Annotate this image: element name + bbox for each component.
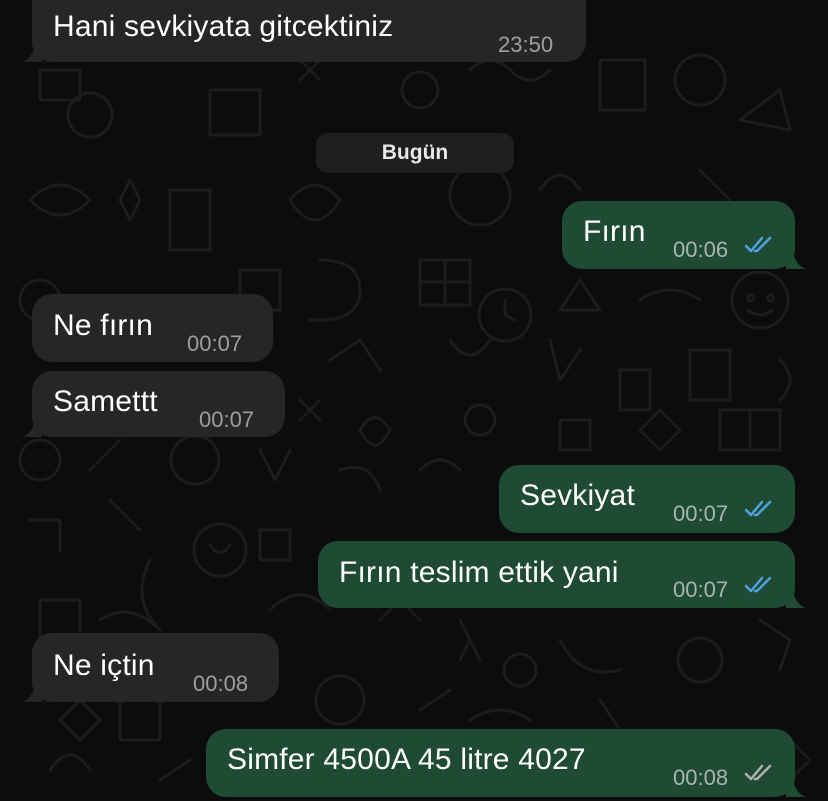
message-bubble-outgoing[interactable]: Fırın teslim ettik yani 00:07 — [318, 541, 795, 608]
read-ticks-icon — [744, 576, 772, 593]
message-time: 00:07 — [187, 331, 243, 356]
message-bubble-incoming[interactable]: Samettt 00:07 — [32, 371, 285, 437]
message-time: 00:07 — [673, 577, 729, 602]
message-text: Samettt — [53, 385, 158, 418]
read-ticks-icon — [744, 236, 772, 253]
message-bubble-incoming[interactable]: Ne içtin 00:08 — [32, 633, 279, 702]
message-time: 00:07 — [199, 407, 255, 432]
message-bubble-outgoing[interactable]: Simfer 4500A 45 litre 4027 00:08 — [206, 729, 795, 797]
message-bubble-incoming[interactable]: Ne fırın 00:07 — [32, 294, 273, 362]
bubble-tail-icon — [22, 40, 42, 62]
message-time: 00:08 — [673, 765, 729, 790]
bubble-tail-icon — [22, 415, 42, 437]
bubble-tail-icon — [786, 586, 806, 608]
bubble-tail-icon — [786, 247, 806, 269]
bubble-tail-icon — [22, 680, 42, 702]
read-ticks-icon — [744, 500, 772, 517]
message-text: Ne içtin — [53, 649, 155, 682]
message-time: 00:07 — [673, 501, 729, 526]
message-text: Ne fırın — [53, 309, 153, 342]
message-bubble-outgoing[interactable]: Sevkiyat 00:07 — [499, 465, 795, 533]
bubble-tail-icon — [786, 775, 806, 797]
message-bubble-incoming[interactable]: Hani sevkiyata gitcektiniz 23:50 — [32, 0, 586, 62]
message-text: Simfer 4500A 45 litre 4027 — [227, 743, 586, 776]
message-time: 23:50 — [498, 32, 554, 57]
date-separator: Bugün — [316, 133, 514, 173]
delivered-ticks-icon — [744, 764, 772, 781]
message-text: Sevkiyat — [520, 479, 635, 512]
message-text: Fırın teslim ettik yani — [339, 556, 619, 589]
message-time: 00:08 — [193, 671, 249, 696]
message-bubble-outgoing[interactable]: Fırın 00:06 — [562, 201, 795, 269]
message-text: Hani sevkiyata gitcektiniz — [53, 10, 394, 43]
message-time: 00:06 — [673, 237, 729, 262]
message-text: Fırın — [583, 215, 646, 248]
